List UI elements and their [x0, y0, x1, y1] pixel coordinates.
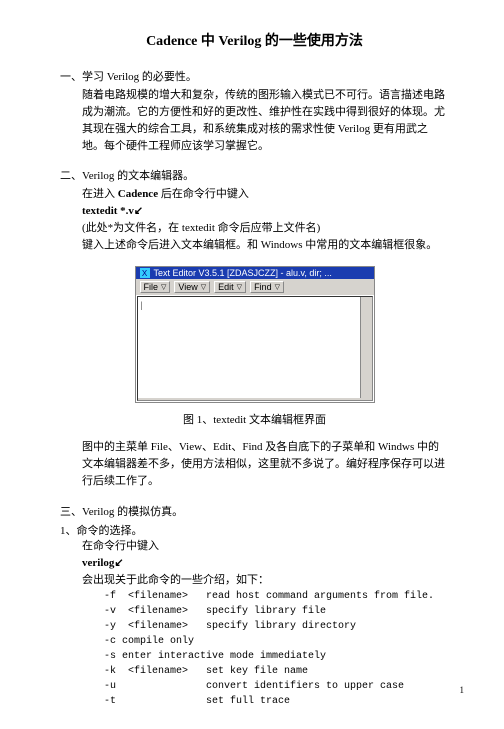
editor-title-text: Text Editor V3.5.1 [ZDASJCZZ] - alu.v, d… — [154, 268, 332, 278]
section2-head: 二、Verilog 的文本编辑器。 — [60, 167, 449, 183]
verilog-option-line: -u convert identifiers to upper case — [104, 679, 449, 694]
text: 后在命令行中键入 — [158, 188, 249, 200]
section2-line1: 在进入 Cadence 后在命令行中键入 — [82, 186, 449, 203]
window-icon: X — [140, 268, 150, 278]
doc-title: Cadence 中 Verilog 的一些使用方法 — [60, 30, 449, 50]
section3-sub: 1、命令的选择。 — [60, 522, 449, 538]
cadence-word: Cadence — [118, 188, 158, 200]
editor-cursor: | — [141, 300, 143, 310]
editor-menubar: File▽ View▽ Edit▽ Find▽ — [136, 279, 374, 295]
verilog-option-line: -s enter interactive mode immediately — [104, 649, 449, 664]
verilog-option-line: -k <filename> set key file name — [104, 664, 449, 679]
section2-line3: (此处*为文件名，在 textedit 命令后应带上文件名) — [82, 220, 449, 237]
figure1-caption: 图 1、textedit 文本编辑框界面 — [60, 411, 449, 427]
chevron-down-icon: ▽ — [201, 283, 206, 291]
editor-textarea[interactable]: | — [137, 296, 373, 401]
section2-line4: 键入上述命令后进入文本编辑框。和 Windows 中常用的文本编辑框很象。 — [82, 237, 449, 254]
editor-screenshot: X Text Editor V3.5.1 [ZDASJCZZ] - alu.v,… — [135, 266, 375, 403]
menu-view-label: View — [178, 282, 197, 292]
page-number: 1 — [460, 685, 465, 695]
menu-find-label: Find — [254, 282, 272, 292]
menu-edit[interactable]: Edit▽ — [214, 281, 246, 293]
menu-file-label: File — [144, 282, 159, 292]
section1-head: 一、学习 Verilog 的必要性。 — [60, 68, 449, 84]
section3-line2: verilog↙ — [82, 555, 449, 572]
scrollbar-horizontal[interactable] — [138, 398, 372, 400]
section3-line3: 会出现关于此命令的一些介绍，如下： — [82, 572, 449, 589]
text: 在进入 — [82, 188, 118, 200]
menu-view[interactable]: View ▽ — [174, 281, 210, 293]
verilog-option-line: -f <filename> read host command argument… — [104, 589, 449, 604]
verilog-option-line: -y <filename> specify library directory — [104, 619, 449, 634]
section3-line1: 在命令行中键入 — [82, 538, 449, 555]
section2-line2: textedit *.v↙ — [82, 203, 449, 220]
section2-postfig: 图中的主菜单 File、View、Edit、Find 及各自底下的子菜单和 Wi… — [82, 439, 449, 490]
verilog-option-line: -t set full trace — [104, 694, 449, 709]
menu-find[interactable]: Find▽ — [250, 281, 284, 293]
chevron-down-icon: ▽ — [161, 283, 166, 291]
menu-file[interactable]: File▽ — [140, 281, 171, 293]
editor-titlebar: X Text Editor V3.5.1 [ZDASJCZZ] - alu.v,… — [136, 267, 374, 279]
chevron-down-icon: ▽ — [275, 283, 280, 291]
verilog-option-line: -c compile only — [104, 634, 449, 649]
chevron-down-icon: ▽ — [237, 283, 242, 291]
section1-body: 随着电路规模的增大和复杂，传统的图形输入模式已不可行。语言描述电路成为潮流。它的… — [82, 87, 449, 155]
section3-head: 三、Verilog 的模拟仿真。 — [60, 503, 449, 519]
menu-edit-label: Edit — [218, 282, 234, 292]
scrollbar-vertical[interactable] — [360, 297, 372, 400]
verilog-option-line: -v <filename> specify library file — [104, 604, 449, 619]
